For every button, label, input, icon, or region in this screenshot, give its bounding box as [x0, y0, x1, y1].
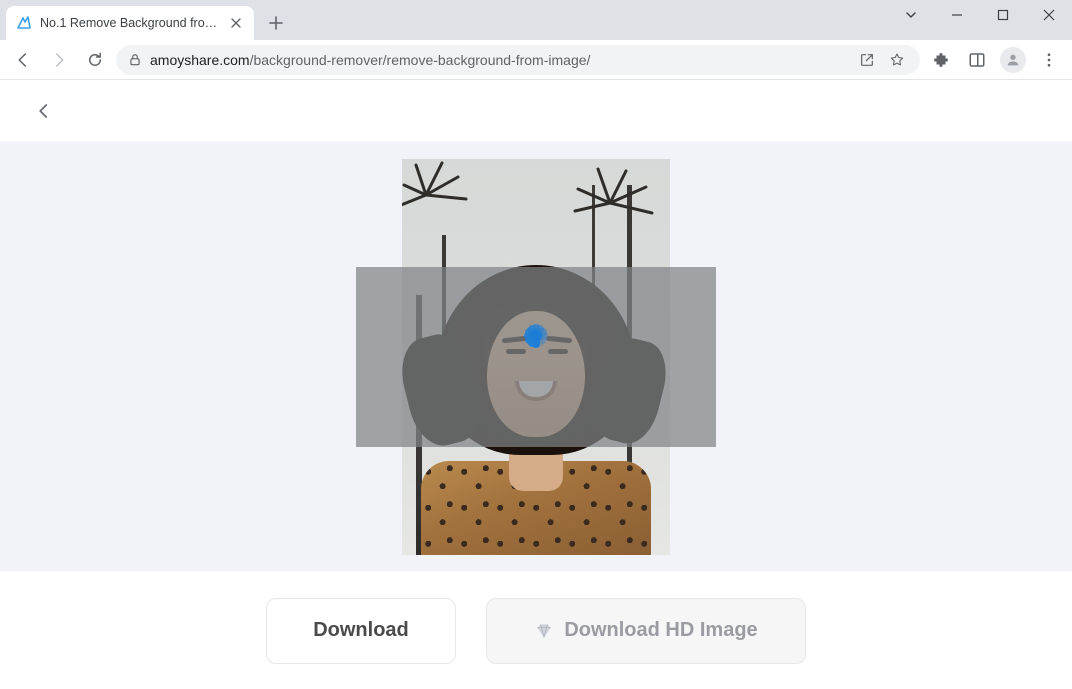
url-text: amoyshare.com/background-remover/remove-… [150, 52, 848, 68]
sidepanel-icon[interactable] [962, 45, 992, 75]
window-minimize-button[interactable] [934, 0, 980, 30]
new-tab-button[interactable] [262, 9, 290, 37]
window-maximize-button[interactable] [980, 0, 1026, 30]
tab-close-button[interactable] [228, 15, 244, 31]
tab-favicon-icon [16, 15, 32, 31]
kebab-menu-icon[interactable] [1034, 45, 1064, 75]
nav-reload-button[interactable] [80, 45, 110, 75]
tab-title: No.1 Remove Background from I [40, 16, 220, 30]
lock-icon [128, 53, 142, 67]
extensions-icon[interactable] [926, 45, 956, 75]
profile-avatar[interactable] [998, 45, 1028, 75]
browser-titlebar: No.1 Remove Background from I [0, 0, 1072, 40]
download-button-label: Download [313, 619, 409, 642]
tab-search-button[interactable] [888, 0, 934, 30]
diamond-icon [534, 621, 554, 641]
nav-forward-button[interactable] [44, 45, 74, 75]
download-button[interactable]: Download [266, 598, 456, 664]
nav-back-button[interactable] [8, 45, 38, 75]
address-bar[interactable]: amoyshare.com/background-remover/remove-… [116, 45, 920, 75]
bookmark-star-icon[interactable] [886, 45, 908, 75]
page-topbar [0, 80, 1072, 142]
browser-tab[interactable]: No.1 Remove Background from I [6, 6, 254, 40]
download-hd-button-label: Download HD Image [564, 619, 757, 642]
loading-overlay [356, 267, 716, 447]
browser-toolbar: amoyshare.com/background-remover/remove-… [0, 40, 1072, 80]
loading-spinner-icon [504, 325, 568, 389]
image-canvas [0, 142, 1072, 571]
window-close-button[interactable] [1026, 0, 1072, 30]
download-hd-button[interactable]: Download HD Image [486, 598, 806, 664]
page-content: Download Download HD Image [0, 80, 1072, 689]
action-bar: Download Download HD Image [0, 571, 1072, 689]
page-back-button[interactable] [30, 97, 58, 125]
share-icon[interactable] [856, 45, 878, 75]
